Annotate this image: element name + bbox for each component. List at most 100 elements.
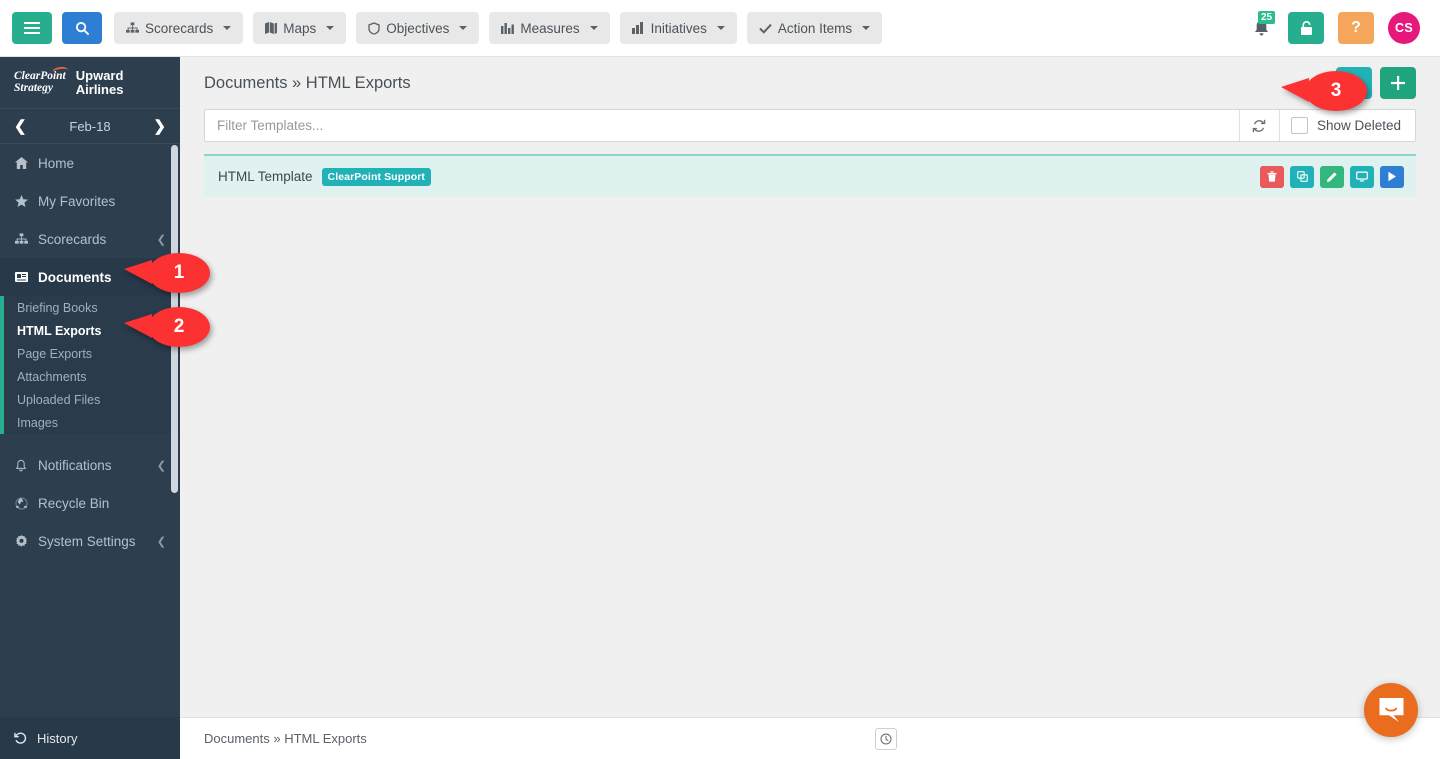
row-action-buttons <box>1260 166 1404 188</box>
sidebar-item-label: Recycle Bin <box>38 496 109 511</box>
recycle-icon <box>14 497 28 510</box>
search-icon[interactable] <box>62 12 102 44</box>
sidebar-item-label: Scorecards <box>38 232 106 247</box>
help-button[interactable]: ? <box>1338 12 1374 44</box>
home-icon <box>14 157 28 169</box>
brand-logo-area: ClearPoint Strategy Upward Airlines <box>0 57 180 108</box>
nav-menu-label: Initiatives <box>651 21 707 36</box>
nav-menu-label: Maps <box>283 21 316 36</box>
callout-number: 1 <box>174 262 185 284</box>
notification-badge: 25 <box>1258 11 1275 24</box>
run-button[interactable] <box>1380 166 1404 188</box>
chevron-down-icon <box>459 26 467 30</box>
chevron-down-icon <box>223 26 231 30</box>
edit-button[interactable] <box>1320 166 1344 188</box>
nav-menu-label: Measures <box>520 21 579 36</box>
brand-logo-line2: Strategy <box>14 83 66 95</box>
organization-name: Upward Airlines <box>76 69 124 97</box>
chevron-down-icon <box>326 26 334 30</box>
sidebar-item-system-settings[interactable]: System Settings ❮ <box>0 522 180 560</box>
display-button[interactable] <box>1350 166 1374 188</box>
delete-button[interactable] <box>1260 166 1284 188</box>
status-badge: ClearPoint Support <box>322 168 431 186</box>
notifications-button[interactable]: 25 <box>1248 13 1274 43</box>
footer-bar: Documents » HTML Exports <box>180 717 1440 759</box>
chevron-left-icon: ❮ <box>157 233 166 246</box>
nav-menu-action-items[interactable]: Action Items <box>747 12 882 44</box>
breadcrumb: Documents » HTML Exports <box>204 731 367 746</box>
nav-menu-label: Action Items <box>778 21 852 36</box>
sidebar-item-scorecards[interactable]: Scorecards ❮ <box>0 220 180 258</box>
sidebar-item-my-favorites[interactable]: My Favorites <box>0 182 180 220</box>
show-deleted-toggle[interactable]: Show Deleted <box>1279 110 1415 141</box>
show-deleted-label: Show Deleted <box>1317 118 1401 133</box>
sidebar-nav-list: Home My Favorites Scorecards ❮ Documents… <box>0 144 180 560</box>
sidebar-subitem-label: Briefing Books <box>17 301 98 315</box>
sitemap-icon <box>126 22 139 34</box>
chevron-left-icon[interactable]: ❮ <box>14 117 27 135</box>
chevron-right-icon[interactable]: ❯ <box>153 117 166 135</box>
chevron-down-icon <box>862 26 870 30</box>
sidebar-item-label: My Favorites <box>38 194 115 209</box>
page-title: Documents » HTML Exports <box>204 74 411 93</box>
check-icon <box>759 23 772 34</box>
document-icon <box>14 271 28 283</box>
sidebar-item-notifications[interactable]: Notifications ❮ <box>0 446 180 484</box>
copy-button[interactable] <box>1290 166 1314 188</box>
sidebar-subitem-label: Uploaded Files <box>17 393 100 407</box>
lock-icon[interactable] <box>1288 12 1324 44</box>
org-name-line2: Airlines <box>76 83 124 97</box>
sidebar-subitem-attachments[interactable]: Attachments <box>4 365 180 388</box>
chevron-left-icon: ❮ <box>157 459 166 472</box>
brand-logo-line1: ClearPoint <box>14 71 66 83</box>
nav-menu-label: Scorecards <box>145 21 213 36</box>
nav-menu-scorecards[interactable]: Scorecards <box>114 12 243 44</box>
template-name: HTML Template <box>218 169 313 184</box>
top-navigation-right-group: 25 ? CS <box>1248 12 1428 44</box>
nav-menu-measures[interactable]: Measures <box>489 12 609 44</box>
intercom-chat-button[interactable] <box>1364 683 1418 737</box>
sidebar-subitem-uploaded-files[interactable]: Uploaded Files <box>4 388 180 411</box>
star-icon <box>14 195 28 207</box>
chat-bubble-icon <box>1378 697 1405 723</box>
avatar[interactable]: CS <box>1388 12 1420 44</box>
history-label: History <box>37 731 77 746</box>
chart-up-icon <box>632 22 645 34</box>
callout-marker-1: 1 <box>148 253 210 293</box>
nav-menu-initiatives[interactable]: Initiatives <box>620 12 737 44</box>
nav-menu-maps[interactable]: Maps <box>253 12 346 44</box>
sidebar-subitem-label: Attachments <box>17 370 86 384</box>
sidebar-item-label: Home <box>38 156 74 171</box>
chevron-down-icon <box>717 26 725 30</box>
map-icon <box>265 22 277 34</box>
main-content: Documents » HTML Exports Show Deleted HT… <box>180 57 1440 759</box>
sidebar-history-button[interactable]: History <box>0 717 180 759</box>
table-row[interactable]: HTML Template ClearPoint Support <box>204 154 1416 197</box>
chevron-down-icon <box>590 26 598 30</box>
add-button[interactable] <box>1380 67 1416 99</box>
sidebar-item-label: Notifications <box>38 458 112 473</box>
bar-chart-icon <box>501 22 514 34</box>
page-header: Documents » HTML Exports <box>180 57 1440 109</box>
nav-menu-objectives[interactable]: Objectives <box>356 12 479 44</box>
refresh-icon[interactable] <box>1239 110 1279 141</box>
sidebar-item-home[interactable]: Home <box>0 144 180 182</box>
period-label: Feb-18 <box>69 119 110 134</box>
sidebar-item-recycle-bin[interactable]: Recycle Bin <box>0 484 180 522</box>
clock-icon[interactable] <box>875 728 897 750</box>
hamburger-menu-icon[interactable] <box>12 12 52 44</box>
show-deleted-checkbox[interactable] <box>1291 117 1308 134</box>
shield-icon <box>368 22 380 35</box>
sidebar-subitem-images[interactable]: Images <box>4 411 180 434</box>
clearpoint-logo: ClearPoint Strategy <box>14 71 66 94</box>
callout-number: 2 <box>174 316 185 338</box>
sidebar-subitem-label: HTML Exports <box>17 324 102 338</box>
sidebar-subitem-page-exports[interactable]: Page Exports <box>4 342 180 365</box>
filter-input[interactable] <box>205 110 1239 141</box>
callout-marker-3: 3 <box>1305 71 1367 111</box>
sidebar-item-label: System Settings <box>38 534 136 549</box>
top-navigation-bar: Scorecards Maps Objectives Measures Init… <box>0 0 1440 57</box>
filter-bar: Show Deleted <box>204 109 1416 142</box>
nav-menu-label: Objectives <box>386 21 449 36</box>
callout-number: 3 <box>1331 80 1342 102</box>
